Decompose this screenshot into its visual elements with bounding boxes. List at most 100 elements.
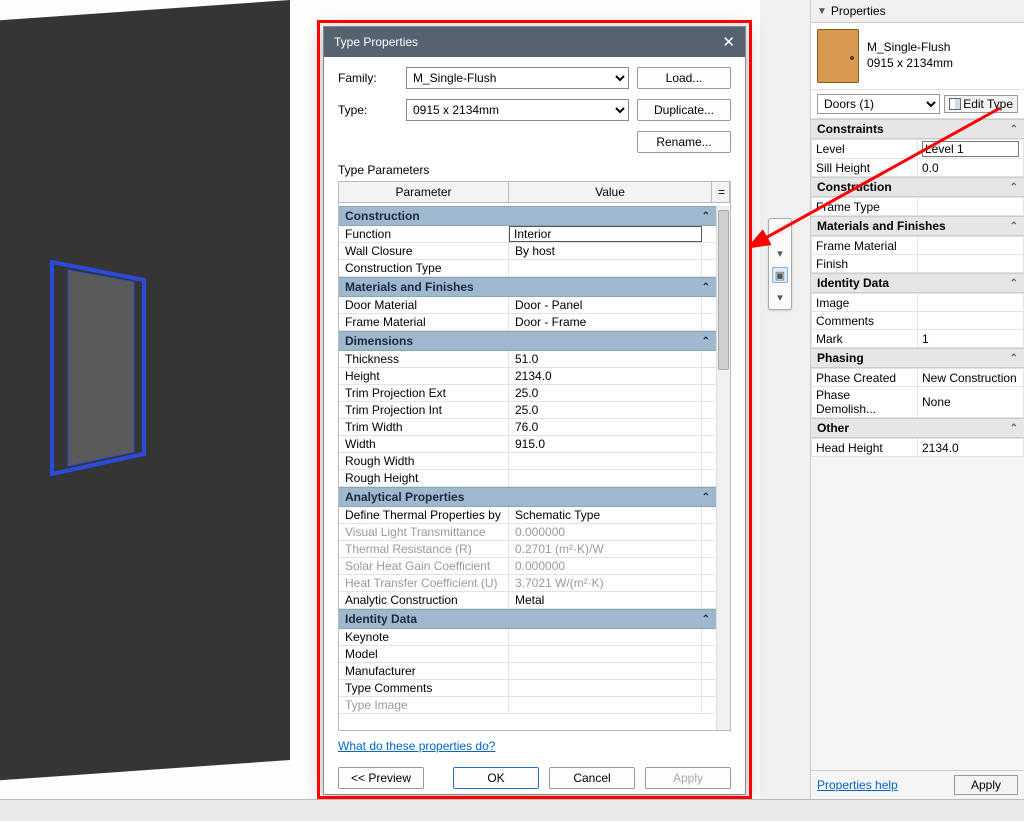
parameter-row[interactable]: Keynote [339, 629, 716, 646]
properties-help-link[interactable]: What do these properties do? [338, 739, 495, 753]
parameter-group-header[interactable]: Materials and Finishes⌃ [339, 277, 716, 297]
parameter-value[interactable]: 25.0 [509, 402, 702, 418]
property-value[interactable] [918, 140, 1024, 159]
parameter-value[interactable]: 2134.0 [509, 368, 702, 384]
parameter-group-header[interactable]: Construction⌃ [339, 206, 716, 226]
type-select[interactable]: 0915 x 2134mm [406, 99, 629, 121]
property-row[interactable]: Comments [812, 312, 1024, 330]
parameter-row[interactable]: Visual Light Transmittance0.000000 [339, 524, 716, 541]
parameter-row[interactable]: Analytic ConstructionMetal [339, 592, 716, 609]
parameter-row[interactable]: Construction Type [339, 260, 716, 277]
property-row[interactable]: Sill Height0.0 [812, 159, 1024, 177]
parameter-row[interactable]: Type Comments [339, 680, 716, 697]
property-row[interactable]: Frame Material [812, 237, 1024, 255]
parameter-group-header[interactable]: Dimensions⌃ [339, 331, 716, 351]
load-button[interactable]: Load... [637, 67, 731, 89]
parameter-row[interactable]: Door MaterialDoor - Panel [339, 297, 716, 314]
property-group-header[interactable]: Materials and Finishes⌃ [811, 216, 1024, 236]
parameter-row[interactable]: Trim Projection Ext25.0 [339, 385, 716, 402]
parameter-row[interactable]: Width915.0 [339, 436, 716, 453]
parameter-value[interactable]: Door - Frame [509, 314, 702, 330]
parameter-row[interactable]: Heat Transfer Coefficient (U)3.7021 W/(m… [339, 575, 716, 592]
property-row[interactable]: Phase Demolish...None [812, 387, 1024, 418]
parameter-row[interactable]: Model [339, 646, 716, 663]
parameter-row[interactable]: Height2134.0 [339, 368, 716, 385]
parameter-value[interactable]: 0.2701 (m²·K)/W [509, 541, 702, 557]
parameter-value[interactable] [509, 629, 702, 645]
parameter-group-header[interactable]: Analytical Properties⌃ [339, 487, 716, 507]
chevron-down-icon[interactable]: ▾ [772, 245, 788, 261]
filter-icon[interactable]: ◌ [772, 223, 788, 239]
rename-button[interactable]: Rename... [637, 131, 731, 153]
parameter-value[interactable] [509, 260, 702, 276]
scrollbar[interactable] [716, 206, 730, 730]
property-value[interactable] [918, 198, 1024, 216]
parameter-value[interactable]: 76.0 [509, 419, 702, 435]
property-value[interactable]: 2134.0 [918, 439, 1024, 457]
column-parameter[interactable]: Parameter [339, 182, 509, 202]
parameter-value[interactable] [509, 680, 702, 696]
property-row[interactable]: Finish [812, 255, 1024, 273]
parameter-value[interactable] [509, 697, 702, 713]
property-row[interactable]: Level [812, 140, 1024, 159]
property-value-input[interactable] [922, 141, 1019, 157]
parameter-value[interactable]: Interior [509, 226, 702, 242]
property-value[interactable]: None [918, 387, 1024, 418]
dropdown-icon[interactable]: ▼ [817, 6, 827, 17]
chevron-down-icon[interactable]: ▾ [772, 289, 788, 305]
dialog-title-bar[interactable]: Type Properties ✕ [324, 27, 745, 57]
parameter-value[interactable]: 25.0 [509, 385, 702, 401]
parameter-value[interactable] [509, 470, 702, 486]
parameter-row[interactable]: Define Thermal Properties bySchematic Ty… [339, 507, 716, 524]
parameter-row[interactable]: Type Image [339, 697, 716, 714]
property-value[interactable]: New Construction [918, 369, 1024, 387]
parameter-value[interactable]: 51.0 [509, 351, 702, 367]
parameter-row[interactable]: Rough Height [339, 470, 716, 487]
parameter-row[interactable]: Manufacturer [339, 663, 716, 680]
type-selector[interactable]: M_Single-Flush 0915 x 2134mm [811, 23, 1024, 90]
preview-button[interactable]: << Preview [338, 767, 424, 789]
parameter-row[interactable]: Rough Width [339, 453, 716, 470]
property-group-header[interactable]: Constraints⌃ [811, 119, 1024, 139]
parameter-value[interactable] [509, 663, 702, 679]
ok-button[interactable]: OK [453, 767, 539, 789]
scrollbar-thumb[interactable] [718, 210, 729, 370]
instance-filter-select[interactable]: Doors (1) [817, 94, 940, 114]
property-value[interactable] [918, 294, 1024, 312]
parameter-value[interactable]: Door - Panel [509, 297, 702, 313]
parameter-value[interactable]: Metal [509, 592, 702, 608]
apply-button[interactable]: Apply [954, 775, 1018, 795]
parameter-value[interactable]: Schematic Type [509, 507, 702, 523]
property-value[interactable]: 1 [918, 330, 1024, 348]
property-group-header[interactable]: Identity Data⌃ [811, 273, 1024, 293]
parameter-value[interactable] [509, 646, 702, 662]
property-row[interactable]: Frame Type [812, 198, 1024, 216]
parameter-value[interactable]: 915.0 [509, 436, 702, 452]
parameter-row[interactable]: Trim Width76.0 [339, 419, 716, 436]
parameter-row[interactable]: Trim Projection Int25.0 [339, 402, 716, 419]
selection-box-icon[interactable]: ▣ [772, 267, 788, 283]
property-row[interactable]: Mark1 [812, 330, 1024, 348]
parameter-row[interactable]: Frame MaterialDoor - Frame [339, 314, 716, 331]
parameter-row[interactable]: Thermal Resistance (R)0.2701 (m²·K)/W [339, 541, 716, 558]
parameter-row[interactable]: Solar Heat Gain Coefficient0.000000 [339, 558, 716, 575]
parameter-group-header[interactable]: Identity Data⌃ [339, 609, 716, 629]
property-value[interactable] [918, 255, 1024, 273]
property-value[interactable] [918, 312, 1024, 330]
parameter-value[interactable]: 0.000000 [509, 558, 702, 574]
family-select[interactable]: M_Single-Flush [406, 67, 629, 89]
parameter-row[interactable]: FunctionInterior [339, 226, 716, 243]
column-equals[interactable]: = [712, 182, 730, 202]
parameter-value[interactable]: By host [509, 243, 702, 259]
parameter-row[interactable]: Thickness51.0 [339, 351, 716, 368]
property-value[interactable] [918, 237, 1024, 255]
property-group-header[interactable]: Construction⌃ [811, 177, 1024, 197]
edit-type-button[interactable]: Edit Type [944, 95, 1018, 113]
duplicate-button[interactable]: Duplicate... [637, 99, 731, 121]
column-value[interactable]: Value [509, 182, 712, 202]
close-icon[interactable]: ✕ [722, 33, 735, 51]
parameter-value[interactable] [509, 453, 702, 469]
parameter-value[interactable]: 3.7021 W/(m²·K) [509, 575, 702, 591]
property-group-header[interactable]: Other⌃ [811, 418, 1024, 438]
parameter-row[interactable]: Wall ClosureBy host [339, 243, 716, 260]
